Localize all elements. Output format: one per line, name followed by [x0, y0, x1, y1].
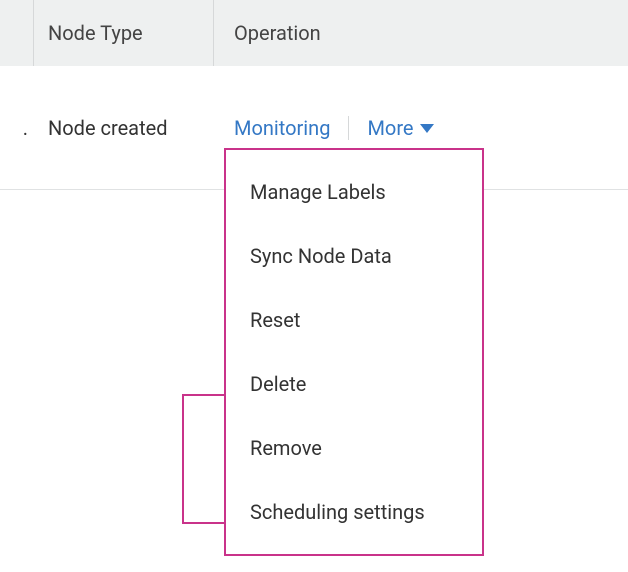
- dropdown-item-remove[interactable]: Remove: [226, 416, 482, 480]
- more-dropdown: Manage Labels Sync Node Data Reset Delet…: [224, 148, 484, 556]
- row-left-stub: .: [0, 116, 34, 140]
- caret-down-icon: [420, 124, 434, 133]
- header-node-type: Node Type: [34, 0, 214, 66]
- more-button[interactable]: More: [367, 116, 433, 140]
- vertical-separator: [348, 116, 349, 140]
- dropdown-item-reset[interactable]: Reset: [226, 288, 482, 352]
- header-stub: [0, 0, 34, 66]
- monitoring-link[interactable]: Monitoring: [234, 116, 330, 140]
- cell-operation: Monitoring More: [214, 116, 628, 140]
- dropdown-item-scheduling-settings[interactable]: Scheduling settings: [226, 480, 482, 544]
- dropdown-item-sync-node-data[interactable]: Sync Node Data: [226, 224, 482, 288]
- dropdown-item-delete[interactable]: Delete: [226, 352, 482, 416]
- dropdown-item-manage-labels[interactable]: Manage Labels: [226, 160, 482, 224]
- table-header-row: Node Type Operation: [0, 0, 628, 66]
- more-button-label: More: [367, 116, 413, 140]
- header-operation: Operation: [214, 0, 628, 66]
- cell-node-type: Node created: [34, 116, 214, 140]
